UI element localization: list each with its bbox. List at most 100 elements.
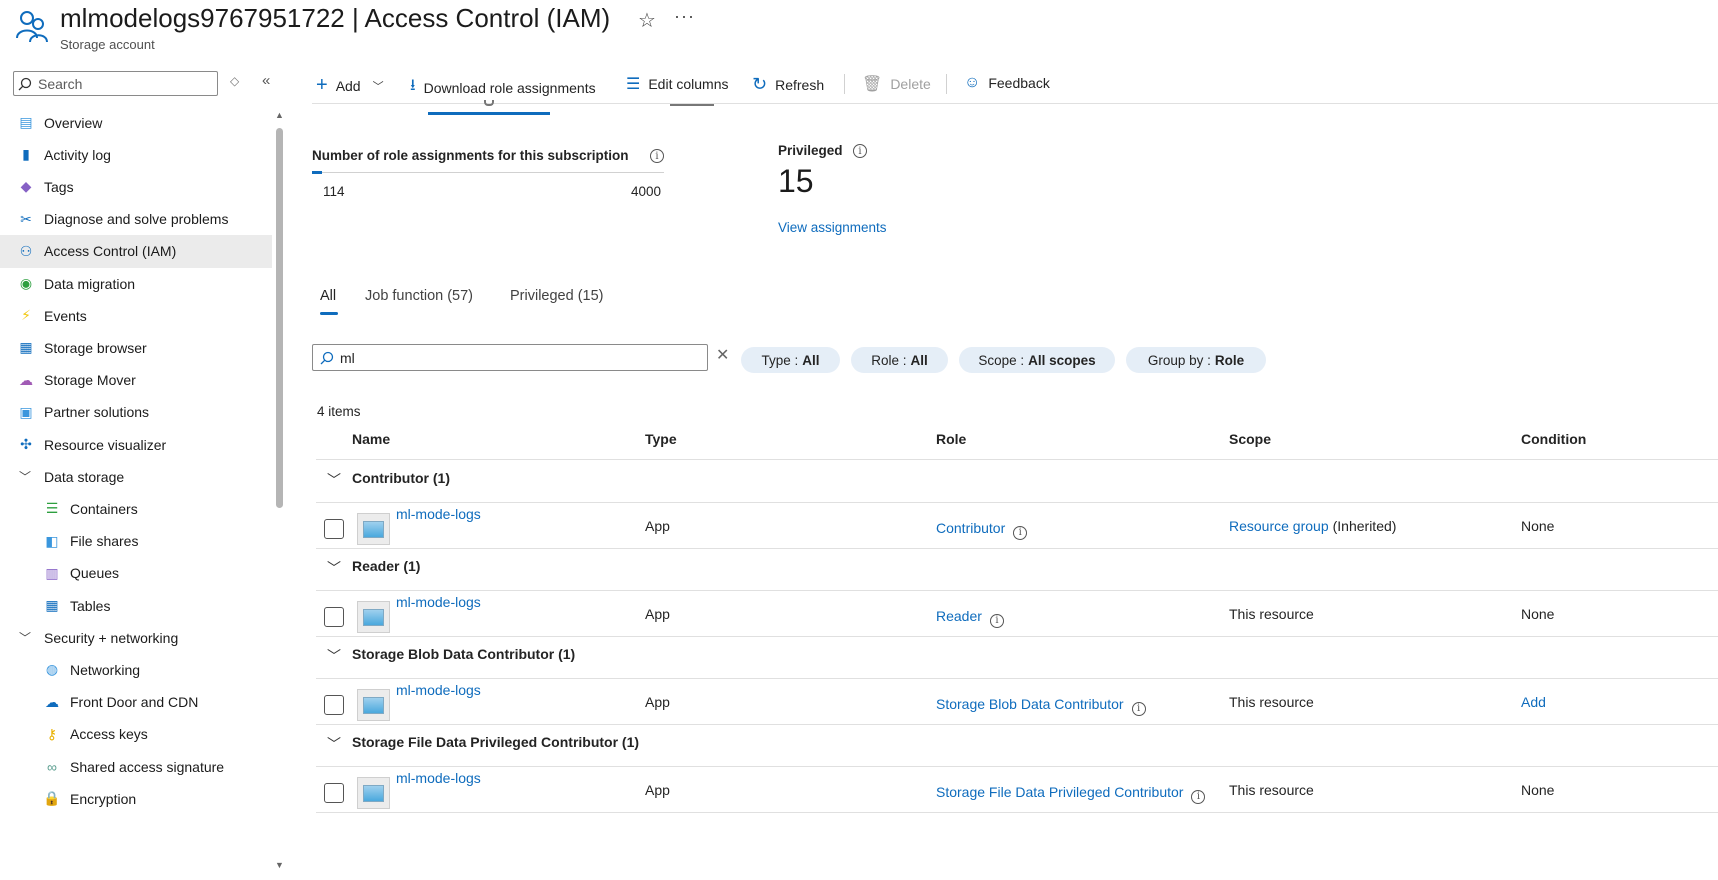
- row-role[interactable]: Storage Blob Data Contributor i: [936, 696, 1146, 716]
- row-role-link[interactable]: Contributor: [936, 520, 1005, 536]
- sidebar-item-events[interactable]: ⚡ Events: [0, 299, 272, 332]
- row-scope-value[interactable]: Resource group: [1229, 518, 1329, 534]
- sidebar-item-overview[interactable]: ▤ Overview: [0, 106, 272, 139]
- sidebar-item-queues[interactable]: ▥ Queues: [0, 557, 272, 590]
- sidebar-scrollbar-thumb[interactable]: [276, 128, 283, 508]
- sidebar-item-label: Storage Mover: [44, 372, 136, 389]
- sidebar-item-label: Tables: [70, 597, 111, 614]
- sidebar-item-label: Front Door and CDN: [70, 694, 199, 711]
- scope-filter-pill[interactable]: Scope : All scopes: [959, 347, 1115, 373]
- scroll-up-arrow-icon[interactable]: ▲: [275, 110, 284, 120]
- sidebar-item-file-shares[interactable]: ◧ File shares: [0, 525, 272, 558]
- column-header-scope[interactable]: Scope: [1229, 431, 1271, 447]
- filter-search-input[interactable]: ml: [312, 344, 708, 371]
- sidebar-item-networking[interactable]: ◍ Networking: [0, 653, 272, 686]
- scroll-down-arrow-icon[interactable]: ▼: [275, 860, 284, 870]
- info-icon[interactable]: i: [853, 144, 867, 158]
- row-condition-add-link[interactable]: Add: [1521, 694, 1546, 710]
- info-icon[interactable]: i: [1131, 701, 1146, 716]
- row-type: App: [645, 518, 670, 534]
- sidebar-group-security-networking[interactable]: ﹀ Security + networking: [0, 621, 272, 654]
- sidebar-item-containers[interactable]: ☰ Containers: [0, 492, 272, 525]
- sidebar-item-tags[interactable]: ◆ Tags: [0, 170, 272, 203]
- column-header-role[interactable]: Role: [936, 431, 966, 447]
- group-by-pill[interactable]: Group by : Role: [1126, 347, 1266, 373]
- clear-filter-icon[interactable]: ✕: [716, 345, 729, 365]
- feedback-button[interactable]: ☺ Feedback: [964, 74, 1050, 92]
- sidebar-item-storage-browser[interactable]: ▦ Storage browser: [0, 331, 272, 364]
- type-filter-pill[interactable]: Type : All: [741, 347, 840, 373]
- row-role[interactable]: Reader i: [936, 608, 1004, 628]
- info-icon[interactable]: i: [989, 613, 1004, 628]
- sidebar-group-data-storage[interactable]: ﹀ Data storage: [0, 460, 272, 493]
- sidebar-item-diagnose-and-solve-problems[interactable]: ✂ Diagnose and solve problems: [0, 203, 272, 236]
- sidebar-item-activity-log[interactable]: ▮ Activity log: [0, 138, 272, 171]
- row-role[interactable]: Storage File Data Privileged Contributor…: [936, 784, 1206, 804]
- row-checkbox[interactable]: [324, 519, 344, 539]
- storage-browser-icon: ▦: [19, 339, 33, 356]
- info-icon[interactable]: i: [650, 149, 664, 163]
- sidebar-search-input[interactable]: Search: [13, 71, 218, 96]
- group-chevron-down-icon[interactable]: ﹀: [327, 558, 341, 578]
- edit-columns-label: Edit columns: [648, 76, 729, 92]
- view-assignments-link[interactable]: View assignments: [778, 220, 887, 235]
- refresh-button[interactable]: ↻ Refresh: [752, 74, 824, 95]
- favorite-star-icon[interactable]: ☆: [638, 8, 656, 33]
- sidebar-item-storage-mover[interactable]: ☁ Storage Mover: [0, 364, 272, 397]
- row-role-link[interactable]: Reader: [936, 608, 982, 624]
- row-role[interactable]: Contributor i: [936, 520, 1028, 540]
- row-role-link[interactable]: Storage File Data Privileged Contributor: [936, 784, 1183, 800]
- sidebar-item-data-migration[interactable]: ◉ Data migration: [0, 267, 272, 300]
- download-role-assignments-button[interactable]: ⭳ Download role assignments: [410, 74, 596, 101]
- tab-privileged[interactable]: Privileged (15): [510, 288, 604, 304]
- row-checkbox[interactable]: [324, 607, 344, 627]
- visualizer-icon: ✣: [20, 436, 32, 452]
- delete-button[interactable]: 🗑 Delete: [862, 74, 931, 94]
- tab-job-function[interactable]: Job function (57): [365, 288, 473, 304]
- group-header-label[interactable]: Storage File Data Privileged Contributor…: [352, 734, 639, 750]
- column-header-condition[interactable]: Condition: [1521, 431, 1586, 447]
- sidebar-item-tables[interactable]: ▦ Tables: [0, 589, 272, 622]
- row-checkbox[interactable]: [324, 783, 344, 803]
- group-header-label[interactable]: Reader (1): [352, 558, 420, 574]
- row-name-link[interactable]: ml-mode-logs: [396, 506, 481, 522]
- row-divider: [316, 590, 1718, 591]
- group-chevron-down-icon[interactable]: ﹀: [327, 646, 341, 666]
- assignment-count-bar: [312, 172, 664, 173]
- sidebar-item-encryption[interactable]: 🔒 Encryption: [0, 782, 272, 815]
- sidebar-item-resource-visualizer[interactable]: ✣ Resource visualizer: [0, 428, 272, 461]
- tab-all[interactable]: All: [320, 288, 336, 304]
- group-chevron-down-icon[interactable]: ﹀: [327, 734, 341, 754]
- info-icon[interactable]: i: [1191, 789, 1206, 804]
- sidebar-item-shared-access-signature[interactable]: ∞ Shared access signature: [0, 750, 272, 783]
- sidebar-item-partner-solutions[interactable]: ▣ Partner solutions: [0, 396, 272, 429]
- more-options-icon[interactable]: ···: [674, 6, 695, 27]
- info-icon[interactable]: i: [1013, 525, 1028, 540]
- group-header-label[interactable]: Contributor (1): [352, 470, 450, 486]
- file-shares-icon: ◧: [45, 532, 59, 549]
- search-options-icon[interactable]: ◇: [230, 74, 239, 88]
- sidebar-item-label: Tags: [44, 178, 74, 195]
- sidebar-item-access-keys[interactable]: ⚷ Access keys: [0, 718, 272, 751]
- edit-columns-button[interactable]: ☰ Edit columns: [626, 74, 729, 94]
- group-header-label[interactable]: Storage Blob Data Contributor (1): [352, 646, 575, 662]
- column-header-name[interactable]: Name: [352, 431, 390, 447]
- sidebar-item-label: Activity log: [44, 146, 111, 163]
- role-filter-pill[interactable]: Role : All: [851, 347, 948, 373]
- row-name-link[interactable]: ml-mode-logs: [396, 682, 481, 698]
- row-role-link[interactable]: Storage Blob Data Contributor: [936, 696, 1124, 712]
- feedback-label: Feedback: [988, 75, 1050, 91]
- pill-value: Role: [1214, 352, 1245, 368]
- sidebar-item-front-door-and-cdn[interactable]: ☁ Front Door and CDN: [0, 686, 272, 719]
- add-button[interactable]: + Add ﹀: [316, 74, 384, 97]
- row-divider: [316, 678, 1718, 679]
- row-name-link[interactable]: ml-mode-logs: [396, 770, 481, 786]
- group-chevron-down-icon[interactable]: ﹀: [327, 470, 341, 490]
- sidebar-item-label: Resource visualizer: [44, 436, 167, 453]
- column-header-type[interactable]: Type: [645, 431, 677, 447]
- row-checkbox[interactable]: [324, 695, 344, 715]
- sidebar-item-access-control-iam[interactable]: ⚇ Access Control (IAM): [0, 234, 272, 268]
- collapse-sidebar-icon[interactable]: «: [262, 72, 270, 89]
- sidebar-item-label: Access keys: [70, 726, 148, 743]
- row-name-link[interactable]: ml-mode-logs: [396, 594, 481, 610]
